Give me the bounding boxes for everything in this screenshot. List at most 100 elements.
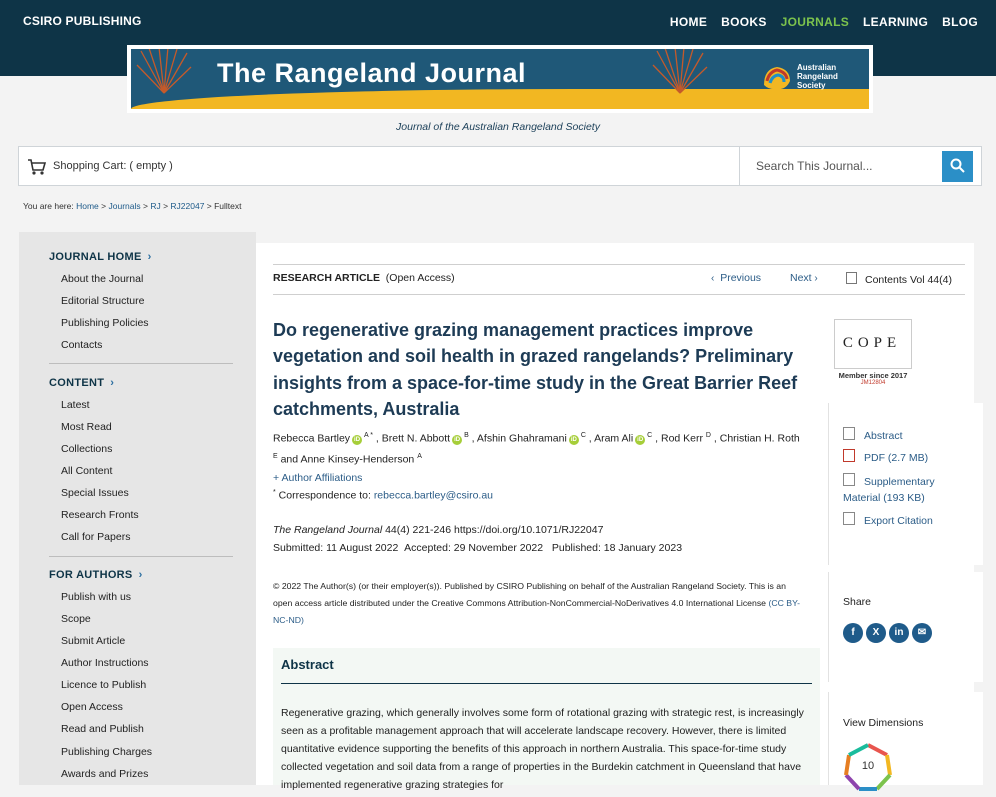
sidebar-heading-content[interactable]: CONTENT › [49,377,114,389]
abstract-icon [843,427,855,440]
breadcrumb-journals[interactable]: Journals [108,201,140,211]
orcid-icon[interactable]: iD [635,434,646,445]
export-icon [843,512,855,525]
author-name[interactable]: Aram Ali [594,433,633,445]
sidebar-item-editorial[interactable]: Editorial Structure [61,295,144,307]
sidebar-heading-for-authors[interactable]: FOR AUTHORS › [49,569,143,581]
contents-link[interactable]: Contents Vol 44(4) [846,272,952,286]
x-twitter-icon[interactable]: X [866,623,886,643]
supplementary-link[interactable]: Supplementary Material (193 KB) [843,473,973,506]
share-panel: Share f X in ✉ [828,572,983,682]
sidebar-heading-journal-home[interactable]: JOURNAL HOME › [49,251,152,263]
sidebar-item-most-read[interactable]: Most Read [61,421,112,433]
breadcrumb-home[interactable]: Home [76,201,99,211]
sidebar-item-all-content[interactable]: All Content [61,465,112,477]
search-button[interactable] [942,151,973,182]
nav-learning[interactable]: LEARNING [863,15,928,29]
breadcrumb-article[interactable]: RJ22047 [170,201,204,211]
pdf-link[interactable]: PDF (2.7 MB) [843,449,928,464]
dimensions-panel: View Dimensions 10 [828,692,983,791]
share-label: Share [843,596,872,608]
logo-line-3: Society [797,81,826,90]
breadcrumb-rj[interactable]: RJ [150,201,160,211]
author-name[interactable]: Christian H. Roth [720,433,800,445]
abstract-link[interactable]: Abstract [843,427,903,442]
logo-line-1: Australian [797,63,837,72]
sidebar-item-collections[interactable]: Collections [61,443,112,455]
nav-blog[interactable]: BLOG [942,15,978,29]
sidebar-item-publish[interactable]: Publish with us [61,591,131,603]
sidebar-item-read-publish[interactable]: Read and Publish [61,723,144,735]
dimensions-score: 10 [861,760,875,772]
nav-home[interactable]: HOME [670,15,707,29]
export-citation-link[interactable]: Export Citation [843,512,933,527]
orcid-icon[interactable]: iD [568,434,579,445]
previous-link[interactable]: ‹ Previous [711,272,761,284]
nav-journals[interactable]: JOURNALS [781,15,849,29]
journal-banner[interactable]: The Rangeland Journal Australian Rangela… [127,45,873,113]
citation: The Rangeland Journal 44(4) 221-246 http… [273,524,604,536]
correspondence-email[interactable]: rebecca.bartley@csiro.au [374,490,493,502]
divider [273,264,965,265]
rangeland-society-logo: Australian Rangeland Society [761,63,851,97]
sidebar-item-research-fronts[interactable]: Research Fronts [61,509,139,521]
article-type: RESEARCH ARTICLE (Open Access) [273,272,455,284]
sidebar-item-call-for-papers[interactable]: Call for Papers [61,531,130,543]
cope-id: JM12804 [860,380,886,386]
breadcrumb-current: Fulltext [214,201,242,211]
correspondence: * Correspondence to: rebecca.bartley@csi… [273,489,494,502]
facebook-icon[interactable]: f [843,623,863,643]
linkedin-icon[interactable]: in [889,623,909,643]
sidebar-item-policies[interactable]: Publishing Policies [61,317,149,329]
breadcrumb-prefix: You are here: [23,201,74,211]
spinifex-illustration-right [652,49,708,94]
article-dates: Submitted: 11 August 2022 Accepted: 29 N… [273,542,683,554]
abstract-text: Regenerative grazing, which generally in… [281,707,804,791]
sidebar-item-submit[interactable]: Submit Article [61,635,125,647]
sidebar-item-latest[interactable]: Latest [61,399,90,411]
author-name[interactable]: Anne Kinsey-Henderson [300,453,414,465]
brand-logo-text[interactable]: CSIRO PUBLISHING [23,14,142,28]
banner-title: The Rangeland Journal [217,58,527,88]
share-icons: f X in ✉ [843,623,932,643]
email-icon[interactable]: ✉ [912,623,932,643]
sidebar-item-contacts[interactable]: Contacts [61,339,102,351]
sidebar-item-charges[interactable]: Publishing Charges [61,746,152,758]
author-name[interactable]: Brett N. Abbott [382,433,450,445]
orcid-icon[interactable]: iD [352,434,363,445]
sidebar-item-scope[interactable]: Scope [61,613,91,625]
view-dimensions-label[interactable]: View Dimensions [843,717,923,729]
author-affiliations-toggle[interactable]: + Author Affiliations [273,472,362,484]
next-link[interactable]: Next › [790,272,818,284]
doi-citation[interactable]: 44(4) 221-246 https://doi.org/10.1071/RJ… [385,524,603,536]
sidebar-divider [49,363,233,364]
license-text: © 2022 The Author(s) (or their employer(… [273,581,800,626]
abstract-heading: Abstract [281,657,334,672]
sidebar-item-instructions[interactable]: Author Instructions [61,657,149,669]
logo-line-2: Rangeland [797,72,838,81]
access-label: (Open Access) [385,272,455,284]
author-list: Rebecca Bartley iDA * , Brett N. Abbott iD… [273,432,800,465]
sidebar-item-about[interactable]: About the Journal [61,273,143,285]
nav-books[interactable]: BOOKS [721,15,767,29]
sidebar-item-licence[interactable]: Licence to Publish [61,679,146,691]
search-input[interactable] [739,147,943,185]
cart-search-bar: Shopping Cart: ( empty ) [18,146,982,186]
author-name[interactable]: Rod Kerr [661,433,703,445]
cope-caption: Member since 2017 [838,371,908,380]
top-nav: HOME BOOKS JOURNALS LEARNING BLOG [670,15,978,29]
orcid-icon[interactable]: iD [452,434,463,445]
shopping-cart-link[interactable]: Shopping Cart: ( empty ) [53,160,173,172]
author-name[interactable]: Rebecca Bartley [273,433,350,445]
sidebar-item-special-issues[interactable]: Special Issues [61,487,129,499]
cope-badge[interactable]: COPE Member since 2017 JM12804 [832,319,914,386]
author-name[interactable]: Afshin Ghahramani [477,433,567,445]
article-title: Do regenerative grazing management pract… [273,320,798,420]
sidebar-item-open-access[interactable]: Open Access [61,701,123,713]
search-icon [950,158,965,173]
journal-subtitle: Journal of the Australian Rangeland Soci… [396,121,600,133]
sidebar-item-awards[interactable]: Awards and Prizes [61,768,148,780]
divider [273,294,965,295]
shopping-cart-icon[interactable] [27,158,47,176]
sidebar: JOURNAL HOME › About the Journal Editoria… [19,232,256,785]
